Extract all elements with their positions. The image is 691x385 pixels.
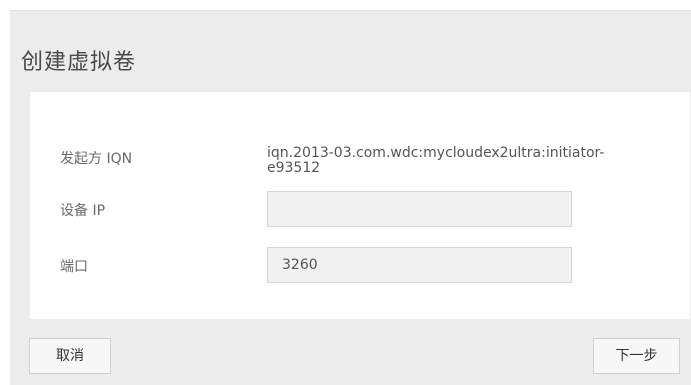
- port-input[interactable]: [267, 247, 572, 283]
- next-button[interactable]: 下一步: [593, 338, 680, 374]
- initiator-iqn-value: iqn.2013-03.com.wdc:mycloudex2ultra:init…: [267, 145, 605, 176]
- device-ip-label: 设备 IP: [60, 203, 106, 219]
- dialog-title: 创建虚拟卷: [21, 50, 137, 75]
- create-virtual-volume-dialog: 创建虚拟卷 发起方 IQN iqn.2013-03.com.wdc:myclou…: [10, 10, 691, 385]
- initiator-iqn-label: 发起方 IQN: [60, 151, 133, 167]
- form-panel: 发起方 IQN iqn.2013-03.com.wdc:mycloudex2ul…: [30, 92, 690, 319]
- device-ip-input[interactable]: [267, 191, 572, 227]
- cancel-button[interactable]: 取消: [29, 338, 111, 374]
- port-label: 端口: [60, 259, 88, 275]
